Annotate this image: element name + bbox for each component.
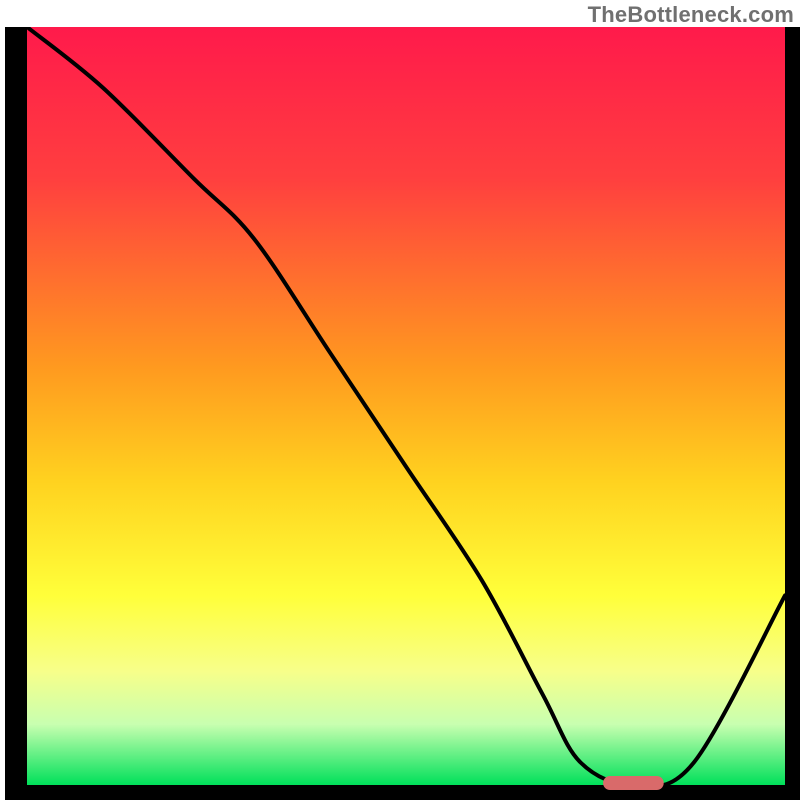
watermark-label: TheBottleneck.com: [588, 2, 794, 28]
gradient-background: [27, 27, 785, 785]
bottleneck-chart: [0, 0, 800, 800]
optimal-marker: [603, 776, 664, 790]
chart-stage: TheBottleneck.com: [0, 0, 800, 800]
